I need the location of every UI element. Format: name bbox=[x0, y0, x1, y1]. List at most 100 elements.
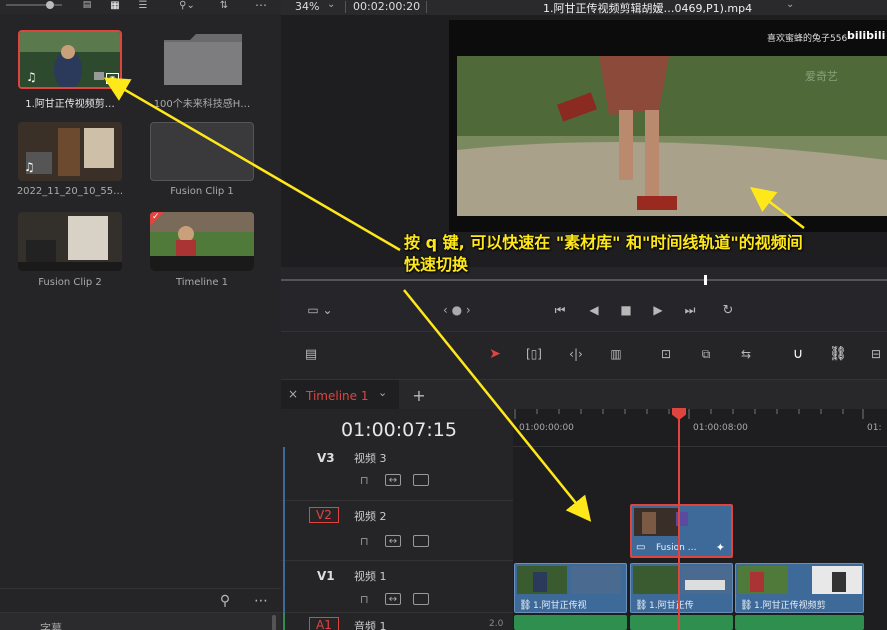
scrubber-track[interactable] bbox=[281, 279, 887, 281]
trim-tool-icon[interactable]: [▯] bbox=[519, 344, 549, 364]
tab-timeline-1[interactable]: × Timeline 1 ⌄ bbox=[281, 380, 399, 410]
timeline-area[interactable]: 01:00:00:00 01:00:08:00 01: ▭ Fusion … ✦… bbox=[513, 408, 887, 630]
bilibili-logo: bilibili bbox=[847, 29, 886, 42]
more-options-icon[interactable]: ⋯ bbox=[250, 0, 272, 12]
track-a1[interactable]: A1 音频 1 2.0 bbox=[281, 613, 513, 630]
audio-clip[interactable] bbox=[630, 615, 733, 630]
subtitle-section[interactable]: 字幕 bbox=[0, 612, 281, 630]
replace-clip-icon[interactable]: ⇆ bbox=[731, 344, 761, 364]
auto-select-icon[interactable]: ↔ bbox=[385, 593, 401, 605]
search-icon[interactable]: ⚲⌄ bbox=[172, 0, 202, 11]
media-pool: ▤ ▦ ☰ ⚲⌄ ⇅ ⋯ ♫ ◉ 1.阿甘正传视频剪… 100个未来科技感H… … bbox=[0, 0, 281, 630]
list-view-icon[interactable]: ☰ bbox=[134, 0, 152, 11]
track-enable-icon[interactable] bbox=[413, 474, 429, 486]
loop-icon[interactable]: ↻ bbox=[717, 301, 739, 319]
sort-icon[interactable]: ⇅ bbox=[214, 0, 234, 11]
play-reverse-icon[interactable]: ◀ bbox=[583, 301, 605, 319]
viewer-timecode: 00:02:00:20 bbox=[353, 0, 421, 13]
timeline-tabs: × Timeline 1 ⌄ + bbox=[281, 379, 887, 410]
audio-note-icon: ♫ bbox=[26, 70, 37, 84]
annotation-text-line2: 快速切换 bbox=[404, 255, 469, 274]
tab-label: Timeline 1 bbox=[306, 389, 369, 403]
auto-select-icon[interactable]: ↔ bbox=[385, 535, 401, 547]
track-v3[interactable]: V3 视频 3 ⊓ ↔ bbox=[281, 447, 513, 501]
clip-navigator[interactable]: ‹ ● › bbox=[443, 303, 471, 317]
lock-icon[interactable]: ⊓ bbox=[360, 593, 369, 606]
overwrite-clip-icon[interactable]: ⧉ bbox=[691, 344, 721, 364]
zoom-slider[interactable] bbox=[4, 0, 64, 10]
camera-icon: ◉ bbox=[106, 73, 119, 84]
clip-label: 1.阿甘正传视 bbox=[533, 601, 587, 611]
media-clip-label: Fusion Clip 1 bbox=[170, 186, 234, 197]
thumbnail-view-icon[interactable]: ▦ bbox=[106, 0, 124, 11]
audio-clip[interactable] bbox=[514, 615, 627, 630]
timeline-view-options-icon[interactable]: ▤ bbox=[297, 344, 325, 364]
divider bbox=[345, 1, 346, 13]
selection-tool-icon[interactable]: ➤ bbox=[485, 344, 505, 364]
clip-label: 1.阿甘正传 bbox=[649, 601, 694, 611]
track-id: V3 bbox=[317, 451, 335, 465]
close-icon[interactable]: × bbox=[288, 387, 298, 401]
timeline-playhead[interactable] bbox=[678, 409, 680, 630]
annotation-text-line1: 按 q 键, 可以快速在 "素材库" 和"时间线轨道"的视频间 bbox=[404, 233, 803, 252]
dynamic-trim-icon[interactable]: ‹|› bbox=[561, 344, 591, 364]
metadata-view-icon[interactable]: ▤ bbox=[78, 0, 96, 10]
video-logo: 爱奇艺 bbox=[805, 70, 838, 83]
search-icon[interactable]: ⚲ bbox=[214, 591, 236, 611]
checkmark-icon: ✓ bbox=[152, 212, 160, 222]
insert-clip-icon[interactable]: ⊡ bbox=[651, 344, 681, 364]
clip-label: Fusion … bbox=[656, 543, 697, 553]
track-v2[interactable]: V2 视频 2 ⊓ ↔ bbox=[281, 501, 513, 561]
stop-icon[interactable]: ■ bbox=[615, 301, 637, 319]
timeline-thumbnail[interactable]: ✓ bbox=[150, 212, 254, 271]
lock-icon[interactable]: ⊓ bbox=[360, 474, 369, 487]
lock-icon[interactable]: ⊓ bbox=[360, 535, 369, 548]
playhead-marker[interactable] bbox=[704, 275, 707, 285]
track-enable-icon[interactable] bbox=[413, 535, 429, 547]
snapping-icon[interactable]: ∪ bbox=[787, 344, 809, 364]
video-clip[interactable]: 1.阿甘正传 ⛓ bbox=[630, 563, 733, 613]
more-options-icon[interactable]: ⋯ bbox=[250, 591, 272, 611]
track-name: 视频 1 bbox=[354, 570, 387, 583]
blade-tool-icon[interactable]: ▥ bbox=[601, 344, 631, 364]
auto-select-icon[interactable]: ↔ bbox=[385, 474, 401, 486]
track-enable-icon[interactable] bbox=[413, 593, 429, 605]
fusion-clip-thumbnail[interactable] bbox=[150, 122, 254, 181]
link-icon: ⛓ bbox=[635, 600, 648, 611]
timeline-timecode: 01:00:07:15 bbox=[341, 419, 457, 441]
folder-icon[interactable] bbox=[162, 32, 244, 87]
chevron-down-icon[interactable]: ⌄ bbox=[786, 0, 794, 10]
lock-icon[interactable]: ⊟ bbox=[865, 344, 887, 364]
go-to-end-icon[interactable]: ⏭ bbox=[677, 301, 703, 319]
track-id: A1 bbox=[309, 617, 339, 630]
chevron-down-icon[interactable]: ⌄ bbox=[378, 386, 387, 399]
track-v1[interactable]: V1 视频 1 ⊓ ↔ bbox=[281, 561, 513, 613]
timeline-ruler[interactable]: 01:00:00:00 01:00:08:00 01: bbox=[513, 409, 887, 447]
zoom-level[interactable]: 34% bbox=[295, 0, 319, 13]
media-clip-thumbnail[interactable]: ♫ ◉ bbox=[18, 30, 122, 89]
add-timeline-icon[interactable]: + bbox=[409, 384, 429, 406]
track-name: 视频 3 bbox=[354, 452, 387, 465]
link-icon: ⛓ bbox=[740, 600, 753, 611]
track-name: 音频 1 bbox=[354, 620, 387, 630]
fusion-clip[interactable]: ▭ Fusion … ✦ bbox=[630, 504, 733, 558]
divider bbox=[426, 1, 427, 13]
track-headers: 01:00:07:15 V3 视频 3 ⊓ ↔ V2 视频 2 ⊓ ↔ V1 视… bbox=[281, 409, 513, 630]
pool-bottom-bar: ⚲ ⋯ bbox=[0, 588, 281, 612]
film-strip-icon[interactable]: ▭ ⌄ bbox=[299, 301, 341, 319]
media-clip-thumbnail[interactable] bbox=[18, 212, 122, 271]
media-clip-label: 1.阿甘正传视频剪… bbox=[25, 99, 115, 110]
link-icon[interactable]: ⛓ bbox=[827, 344, 849, 364]
sparkle-icon: ✦ bbox=[715, 541, 725, 554]
video-frame[interactable]: 喜欢蜜蜂的兔子556 bilibili 爱奇艺 bbox=[449, 20, 887, 232]
play-icon[interactable]: ▶ bbox=[647, 301, 669, 319]
audio-clip[interactable] bbox=[735, 615, 864, 630]
edit-toolbar: ▤ ➤ [▯] ‹|› ▥ ⊡ ⧉ ⇆ ∪ ⛓ ⊟ bbox=[281, 331, 887, 379]
video-clip[interactable]: 1.阿甘正传视频剪 ⛓ bbox=[735, 563, 864, 613]
video-clip[interactable]: 1.阿甘正传视 ⛓ bbox=[514, 563, 627, 613]
transport-controls: ▭ ⌄ ‹ ● › ⏮ ◀ ■ ▶ ⏭ ↻ bbox=[281, 267, 887, 331]
chevron-down-icon[interactable]: ⌄ bbox=[327, 0, 335, 10]
go-to-start-icon[interactable]: ⏮ bbox=[549, 301, 571, 319]
media-clip-thumbnail[interactable]: ♫ bbox=[18, 122, 122, 181]
media-folder-label: 100个未来科技感H… bbox=[153, 99, 251, 110]
